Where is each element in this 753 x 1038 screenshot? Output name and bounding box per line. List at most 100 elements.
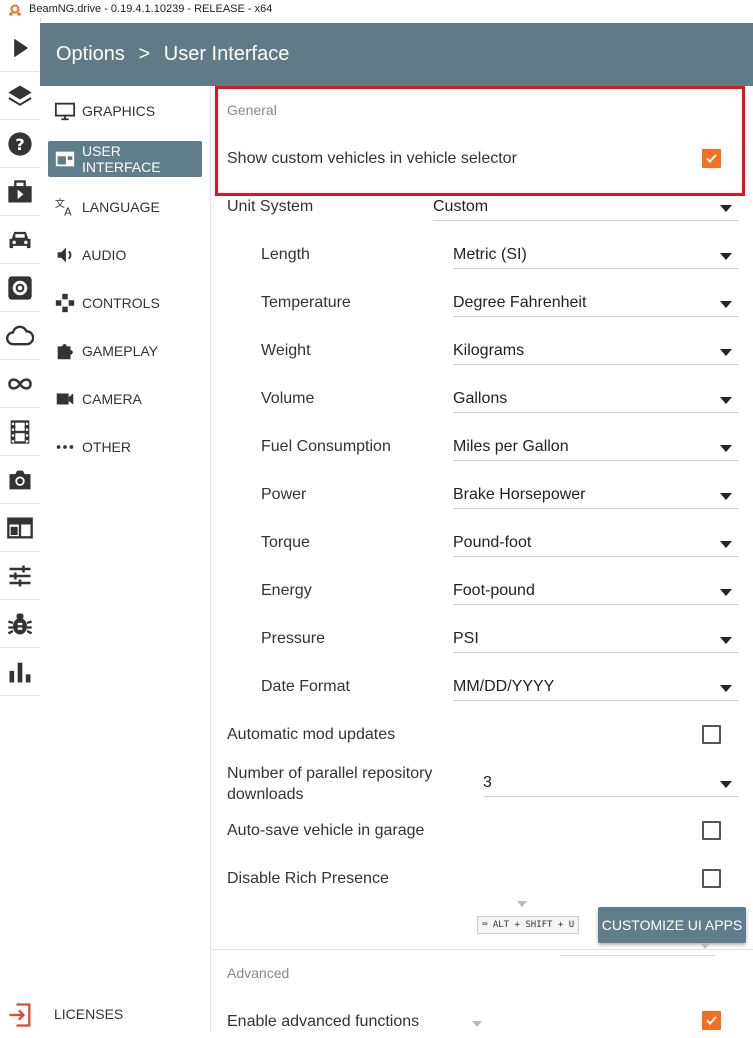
page-header: Options > User Interface <box>40 23 753 86</box>
main-menu-bar: ? <box>0 18 41 1032</box>
select-value: Pound-foot <box>453 534 532 551</box>
nav-item-user-interface[interactable]: USER INTERFACE <box>48 141 202 177</box>
nav-item-label: GRAPHICS <box>82 103 156 119</box>
translate-icon: 文A <box>54 196 76 218</box>
nav-item-other[interactable]: OTHER <box>48 429 202 465</box>
nav-item-audio[interactable]: AUDIO <box>48 237 202 273</box>
enable-advanced-checkbox[interactable] <box>702 1011 721 1030</box>
unit-label-power: Power <box>261 486 307 503</box>
chevron-down-icon <box>720 685 732 692</box>
chevron-down-icon <box>720 541 732 548</box>
unit-select-fuel-consumption[interactable]: Miles per Gallon <box>453 434 738 461</box>
videocam-icon <box>54 388 76 410</box>
auto-mod-updates-label: Automatic mod updates <box>227 726 396 743</box>
unit-label-length: Length <box>261 246 310 263</box>
unit-select-pressure[interactable]: PSI <box>453 626 738 653</box>
shortcut-hint-text: ALT + SHIFT + U <box>492 920 575 930</box>
layers-icon[interactable] <box>0 72 39 120</box>
checkmark-icon <box>706 1016 717 1025</box>
chevron-down-icon <box>517 901 527 907</box>
unit-label-fuel-consumption: Fuel Consumption <box>261 438 391 455</box>
unit-select-torque[interactable]: Pound-foot <box>453 530 738 557</box>
unit-select-volume[interactable]: Gallons <box>453 386 738 413</box>
section-label-advanced: Advanced <box>227 965 290 981</box>
breadcrumb: Options > User Interface <box>56 43 289 66</box>
chevron-down-icon <box>720 493 732 500</box>
breadcrumb-separator: > <box>138 43 151 65</box>
unit-label-volume: Volume <box>261 390 315 407</box>
autosave-garage-checkbox[interactable] <box>702 821 721 840</box>
unit-select-energy[interactable]: Foot-pound <box>453 578 738 605</box>
gear-icon[interactable] <box>0 264 39 312</box>
chevron-down-icon <box>720 637 732 644</box>
unit-system-select[interactable]: Custom <box>433 194 738 221</box>
nav-item-language[interactable]: 文A LANGUAGE <box>48 189 202 225</box>
unit-select-temperature[interactable]: Degree Fahrenheit <box>453 290 738 317</box>
ui-icon <box>54 148 76 170</box>
faint-underline <box>560 955 715 956</box>
nav-item-label: LANGUAGE <box>82 199 160 215</box>
unit-select-date-format[interactable]: MM/DD/YYYY <box>453 674 738 701</box>
car-icon[interactable] <box>0 216 39 264</box>
highlight-box <box>215 86 745 196</box>
chevron-down-icon <box>720 445 732 452</box>
chevron-down-icon <box>472 1021 482 1027</box>
nav-item-controls[interactable]: CONTROLS <box>48 285 202 321</box>
auto-mod-updates-checkbox[interactable] <box>702 725 721 744</box>
window-title: BeamNG.drive - 0.19.4.1.10239 - RELEASE … <box>29 3 273 15</box>
sliders-icon[interactable] <box>0 552 39 600</box>
unit-label-pressure: Pressure <box>261 630 326 647</box>
bug-icon[interactable] <box>0 600 39 648</box>
unit-select-weight[interactable]: Kilograms <box>453 338 738 365</box>
keyboard-icon: ⌨ <box>482 920 488 930</box>
play-icon[interactable] <box>0 24 39 72</box>
nav-item-gameplay[interactable]: GAMEPLAY <box>48 333 202 369</box>
ui-apps-icon[interactable] <box>0 504 39 552</box>
window-titlebar: BeamNG.drive - 0.19.4.1.10239 - RELEASE … <box>0 0 753 18</box>
speaker-icon <box>54 244 76 266</box>
select-value: PSI <box>453 630 479 647</box>
exit-icon[interactable] <box>0 991 39 1038</box>
chart-icon[interactable] <box>0 648 39 696</box>
chevron-down-icon <box>720 205 732 212</box>
section-divider <box>211 949 753 950</box>
customize-ui-apps-button[interactable]: CUSTOMIZE UI APPS <box>598 907 746 943</box>
chevron-down-icon <box>720 781 732 788</box>
select-value: Miles per Gallon <box>453 438 569 455</box>
infinity-icon[interactable] <box>0 360 39 408</box>
chevron-down-icon <box>720 349 732 356</box>
rich-presence-checkbox[interactable] <box>702 869 721 888</box>
select-value: Gallons <box>453 390 508 407</box>
film-icon[interactable] <box>0 408 39 456</box>
parallel-downloads-select[interactable]: 3 <box>483 770 738 797</box>
chevron-down-icon <box>720 253 732 260</box>
nav-item-graphics[interactable]: GRAPHICS <box>48 93 202 129</box>
nav-item-label: CAMERA <box>82 391 142 407</box>
unit-label-temperature: Temperature <box>261 294 351 311</box>
nav-item-label: OTHER <box>82 439 131 455</box>
beamng-logo-icon <box>9 4 21 16</box>
unit-select-length[interactable]: Metric (SI) <box>453 242 738 269</box>
unit-label-weight: Weight <box>261 342 311 359</box>
unit-system-label: Unit System <box>227 198 314 215</box>
licenses-link[interactable]: LICENSES <box>54 1006 123 1022</box>
unit-select-power[interactable]: Brake Horsepower <box>453 482 738 509</box>
select-value: Brake Horsepower <box>453 486 586 503</box>
camera-icon[interactable] <box>0 456 39 504</box>
enable-advanced-label: Enable advanced functions <box>227 1013 420 1030</box>
svg-text:A: A <box>64 205 72 218</box>
breadcrumb-options[interactable]: Options <box>56 43 125 65</box>
select-value: MM/DD/YYYY <box>453 678 555 695</box>
select-value: Custom <box>433 198 489 215</box>
select-value: Degree Fahrenheit <box>453 294 587 311</box>
career-icon[interactable] <box>0 168 39 216</box>
chevron-down-icon <box>720 301 732 308</box>
autosave-garage-label: Auto-save vehicle in garage <box>227 822 425 839</box>
chevron-down-icon <box>720 589 732 596</box>
nav-item-label: CONTROLS <box>82 295 160 311</box>
help-icon[interactable]: ? <box>0 120 39 168</box>
options-nav: GRAPHICS USER INTERFACE 文A LANGUAGE AUDI… <box>40 86 211 1032</box>
nav-item-camera[interactable]: CAMERA <box>48 381 202 417</box>
nav-item-label: USER INTERFACE <box>82 143 161 175</box>
cloud-icon[interactable] <box>0 312 39 360</box>
